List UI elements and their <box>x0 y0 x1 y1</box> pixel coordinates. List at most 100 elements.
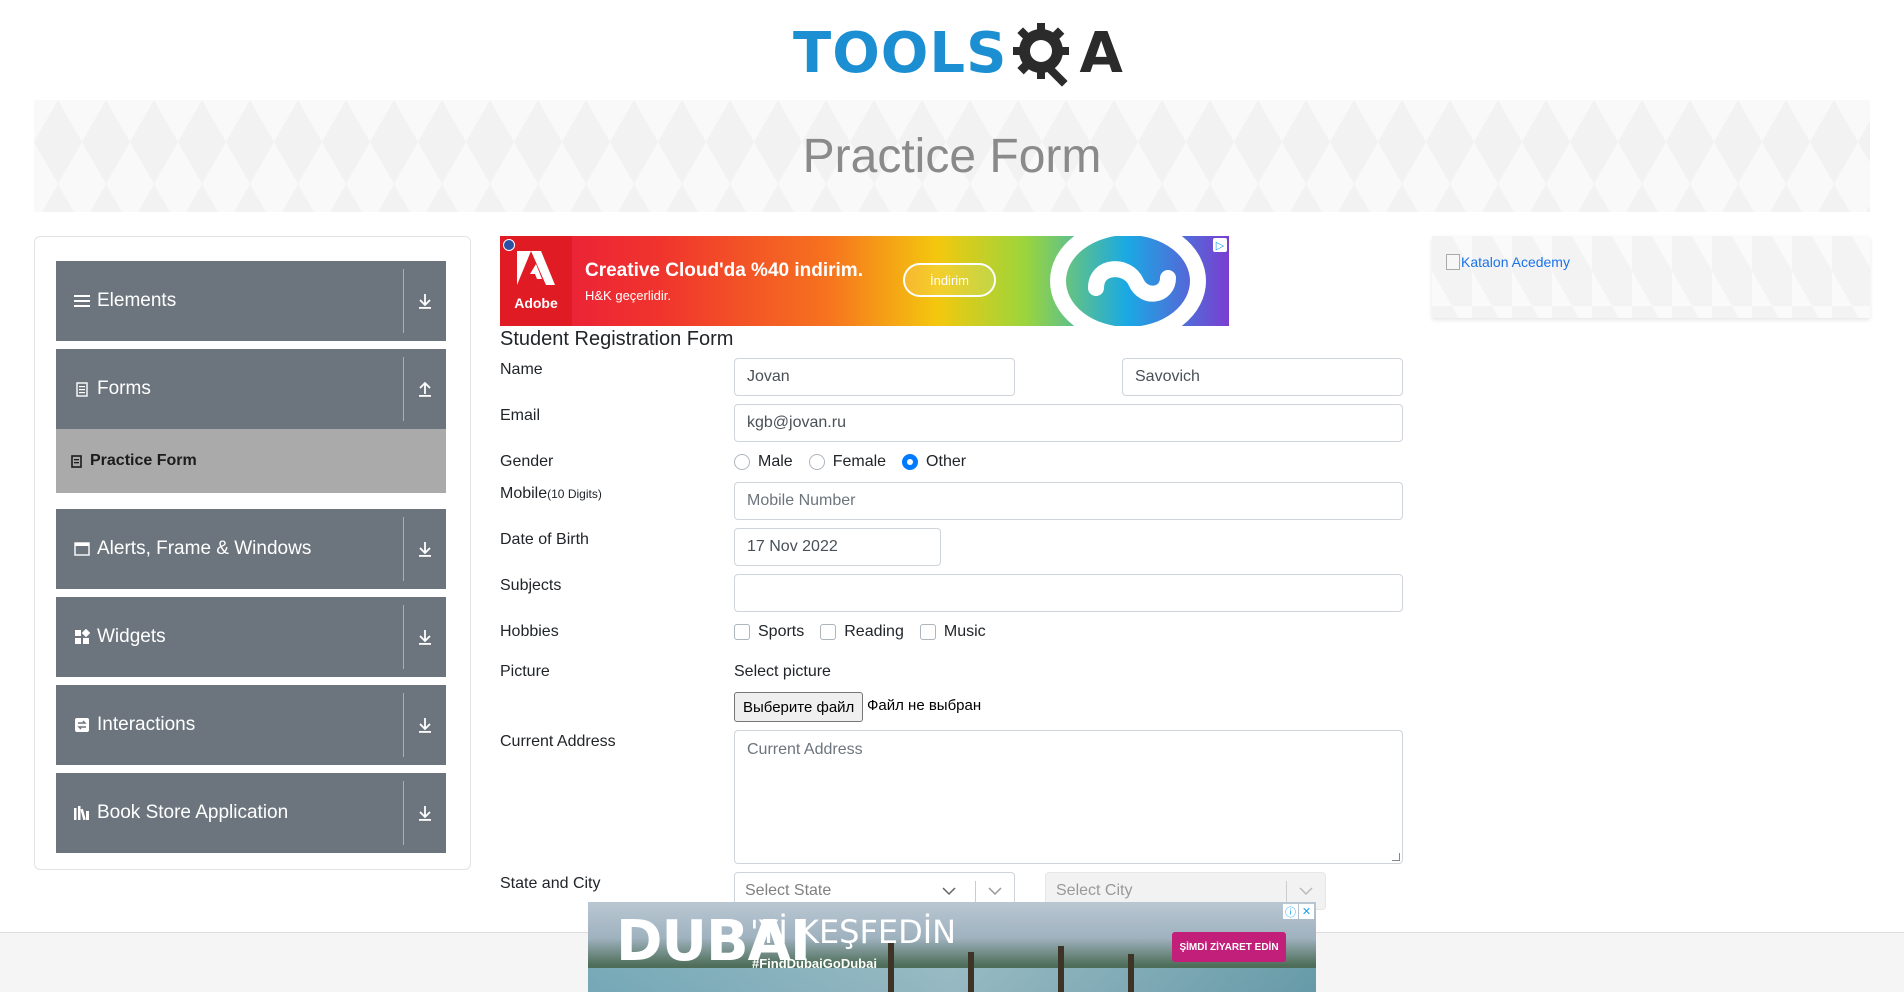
ad-dubai-subtitle: 'Yİ KEŞFEDİN <box>750 913 957 951</box>
sidebar-group-forms[interactable]: Forms <box>56 349 446 429</box>
ad-banner-adobe[interactable]: Adobe Creative Cloud'da %40 indirim. H&K… <box>500 236 1229 326</box>
ad-cta-button[interactable]: İndirim <box>903 263 996 297</box>
last-name-input[interactable]: Savovich <box>1122 358 1403 396</box>
divider <box>403 269 404 333</box>
palm-tree-decoration <box>968 952 974 992</box>
sidebar-group-label: Alerts, Frame & Windows <box>97 538 312 559</box>
choose-file-button[interactable]: Выберите файл <box>734 692 864 722</box>
interactions-icon <box>73 716 91 734</box>
file-status-text: Файл не выбран <box>867 697 982 714</box>
checkbox[interactable] <box>919 624 936 640</box>
download-arrow-icon[interactable] <box>404 717 446 733</box>
checkbox[interactable] <box>820 624 837 640</box>
mobile-label: Mobile(10 Digits) <box>500 485 602 503</box>
gender-radio-group: Male Female Other <box>734 453 982 471</box>
upload-arrow-icon[interactable] <box>404 381 446 397</box>
divider <box>403 517 404 581</box>
hobby-sports[interactable]: Sports <box>734 623 804 641</box>
ad-subtext: H&K geçerlidir. <box>585 288 671 303</box>
city-placeholder: Select City <box>1056 882 1133 899</box>
chevron-down-icon[interactable] <box>987 883 1003 899</box>
gender-option-male[interactable]: Male <box>734 453 793 471</box>
current-address-label: Current Address <box>500 733 616 750</box>
broken-image-icon <box>1446 254 1460 270</box>
textarea-placeholder: Current Address <box>747 741 863 758</box>
widgets-icon <box>73 628 91 646</box>
ad-dubai-cta-button[interactable]: ŞİMDİ ZİYARET EDİN <box>1172 932 1286 962</box>
ad-alt-text: Katalon Acedemy <box>1461 254 1570 270</box>
subjects-label: Subjects <box>500 577 562 594</box>
left-sidebar: Elements Forms Practice Form Alerts, Fra… <box>34 236 471 870</box>
subjects-input[interactable] <box>734 574 1403 612</box>
name-label: Name <box>500 361 543 378</box>
radio-button-checked[interactable] <box>902 454 919 470</box>
sidebar-group-label: Book Store Application <box>97 802 289 823</box>
picture-label: Picture <box>500 663 550 680</box>
sidebar-group-alerts[interactable]: Alerts, Frame & Windows <box>56 509 446 589</box>
dob-label: Date of Birth <box>500 531 589 548</box>
radio-button[interactable] <box>734 454 750 470</box>
ad-banner-dubai[interactable]: DUBAI 'Yİ KEŞFEDİN #FindDubaiGoDubai ŞİM… <box>588 902 1316 992</box>
ad-badge-icon <box>503 239 515 251</box>
ad-image-alt[interactable]: Katalon Acedemy <box>1446 254 1570 270</box>
hobbies-label: Hobbies <box>500 623 559 640</box>
select-picture-label: Select picture <box>734 663 831 680</box>
toolsqa-logo[interactable]: TOOLS A <box>793 14 1123 94</box>
divider <box>403 693 404 757</box>
radio-label: Male <box>758 453 793 470</box>
page-header-banner: Practice Form <box>34 100 1870 212</box>
checkbox-label: Music <box>943 623 986 640</box>
current-address-textarea[interactable]: Current Address <box>734 730 1403 864</box>
radio-button[interactable] <box>808 454 825 470</box>
palm-tree-decoration <box>1128 954 1134 992</box>
hobby-music[interactable]: Music <box>919 623 986 641</box>
chevron-down-icon[interactable] <box>1298 883 1314 899</box>
gender-label: Gender <box>500 453 554 470</box>
download-arrow-icon[interactable] <box>404 805 446 821</box>
checkbox[interactable] <box>734 624 750 640</box>
state-placeholder: Select State <box>745 882 832 899</box>
download-arrow-icon[interactable] <box>404 541 446 557</box>
ad-info-icon[interactable]: ⓘ <box>1283 904 1298 919</box>
books-icon <box>73 804 91 822</box>
divider <box>403 781 404 845</box>
checkbox-label: Sports <box>758 623 805 640</box>
email-input[interactable]: kgb@jovan.ru <box>734 404 1403 442</box>
radio-label: Female <box>832 453 887 470</box>
sidebar-group-elements[interactable]: Elements <box>56 261 446 341</box>
sidebar-item-practice-form[interactable]: Practice Form <box>56 429 446 493</box>
gender-option-female[interactable]: Female <box>808 453 887 471</box>
gender-option-other[interactable]: Other <box>902 453 966 471</box>
gear-magnifier-icon <box>1011 21 1077 87</box>
adobe-brand-name: Adobe <box>514 295 558 311</box>
hobby-reading[interactable]: Reading <box>820 623 904 641</box>
resize-handle-icon[interactable] <box>1392 853 1400 861</box>
adobe-a-icon <box>517 251 555 291</box>
sidebar-group-label: Interactions <box>97 714 196 735</box>
window-icon <box>73 540 91 558</box>
mobile-input[interactable]: Mobile Number <box>734 482 1403 520</box>
logo-a-text: A <box>1079 21 1123 86</box>
first-name-input[interactable]: Jovan <box>734 358 1015 396</box>
download-arrow-icon[interactable] <box>404 629 446 645</box>
radio-label: Other <box>926 453 967 470</box>
sidebar-group-interactions[interactable]: Interactions <box>56 685 446 765</box>
mobile-hint: (10 Digits) <box>547 487 602 501</box>
ad-headline: Creative Cloud'da %40 indirim. <box>585 260 863 281</box>
hamburger-icon <box>73 292 91 310</box>
sidebar-group-label: Widgets <box>97 626 166 647</box>
download-arrow-icon[interactable] <box>404 293 446 309</box>
divider <box>403 605 404 669</box>
document-icon <box>73 380 91 398</box>
palm-tree-decoration <box>1058 946 1064 992</box>
creative-cloud-icon <box>1048 236 1208 326</box>
date-of-birth-input[interactable]: 17 Nov 2022 <box>734 528 941 566</box>
close-icon[interactable]: ✕ <box>1299 904 1314 919</box>
ad-dubai-hashtag: #FindDubaiGoDubai <box>752 956 877 971</box>
checkbox-label: Reading <box>844 623 904 640</box>
chevron-down-icon <box>941 883 957 899</box>
ad-choices-icon[interactable]: ▷ <box>1213 238 1227 252</box>
sidebar-group-widgets[interactable]: Widgets <box>56 597 446 677</box>
ad-katalon[interactable]: Katalon Acedemy <box>1432 236 1870 318</box>
sidebar-group-book-store[interactable]: Book Store Application <box>56 773 446 853</box>
